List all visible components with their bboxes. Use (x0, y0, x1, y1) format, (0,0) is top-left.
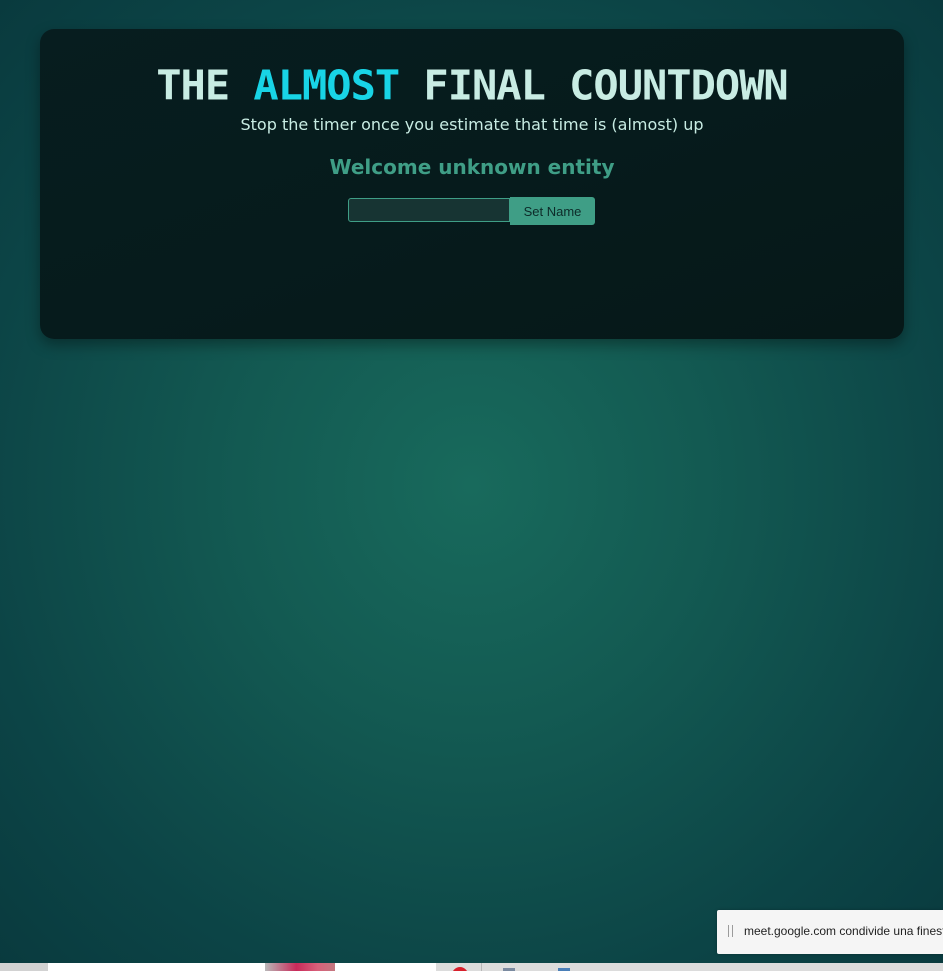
taskbar-app-icon[interactable] (452, 967, 468, 971)
title-part-final-countdown: FINAL COUNTDOWN (399, 61, 788, 110)
share-notification-text: meet.google.com condivide una finestra. (744, 924, 943, 938)
taskbar-divider (481, 963, 482, 971)
page-title: THE ALMOST FINAL COUNTDOWN (40, 63, 904, 108)
main-card: THE ALMOST FINAL COUNTDOWN Stop the time… (40, 29, 904, 339)
taskbar-item[interactable] (48, 963, 436, 971)
welcome-message: Welcome unknown entity (329, 155, 615, 179)
taskbar (0, 963, 943, 971)
name-input[interactable] (348, 198, 510, 222)
name-form: Set Name (348, 197, 595, 225)
set-name-button[interactable]: Set Name (510, 197, 595, 225)
title-part-the: THE (156, 61, 254, 110)
subtitle: Stop the timer once you estimate that ti… (240, 115, 704, 134)
drag-handle-icon[interactable] (728, 925, 734, 937)
taskbar-item[interactable] (0, 963, 48, 971)
taskbar-app-thumbnail (265, 963, 335, 971)
screen-share-notification: meet.google.com condivide una finestra. (717, 910, 943, 954)
title-part-almost: ALMOST (253, 61, 400, 110)
